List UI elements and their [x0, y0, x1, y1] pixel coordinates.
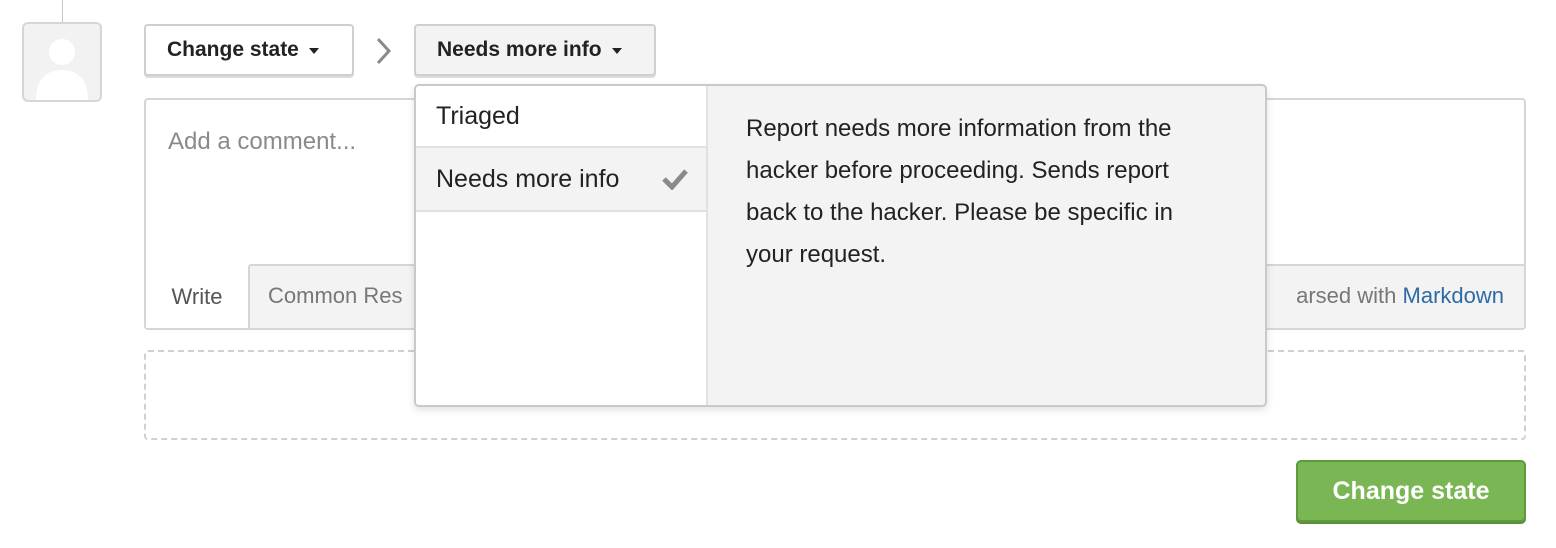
tab-common-responses[interactable]: Common Res: [268, 283, 402, 309]
avatar: [22, 22, 102, 102]
user-silhouette-icon: [36, 39, 88, 100]
checkmark-icon: [662, 169, 688, 190]
state-description: Report needs more information from the h…: [746, 115, 1173, 268]
selected-state-label: Needs more info: [437, 38, 602, 61]
change-state-label: Change state: [167, 38, 299, 61]
caret-down-icon: [308, 47, 319, 54]
markdown-link[interactable]: Markdown: [1403, 283, 1504, 308]
state-option-triaged[interactable]: Triaged: [416, 86, 706, 148]
change-state-submit-button[interactable]: Change state: [1296, 460, 1526, 522]
markdown-note: arsed with Markdown: [1296, 283, 1504, 309]
state-dropdown-menu: Triaged Needs more info Report needs mor…: [414, 84, 1267, 407]
markdown-note-text: arsed with: [1296, 283, 1397, 308]
state-option-list: Triaged Needs more info: [416, 86, 708, 405]
selected-state-dropdown-button[interactable]: Needs more info: [414, 24, 656, 76]
comment-placeholder[interactable]: Add a comment...: [168, 128, 356, 156]
change-state-dropdown-button[interactable]: Change state: [144, 24, 354, 76]
state-option-label: Needs more info: [436, 164, 620, 193]
state-option-needs-more-info[interactable]: Needs more info: [416, 148, 706, 212]
timeline-line: [62, 0, 63, 22]
caret-down-icon: [611, 47, 622, 54]
chevron-right-icon: [376, 37, 392, 65]
tab-write[interactable]: Write: [146, 264, 250, 328]
state-option-label: Triaged: [436, 101, 520, 130]
